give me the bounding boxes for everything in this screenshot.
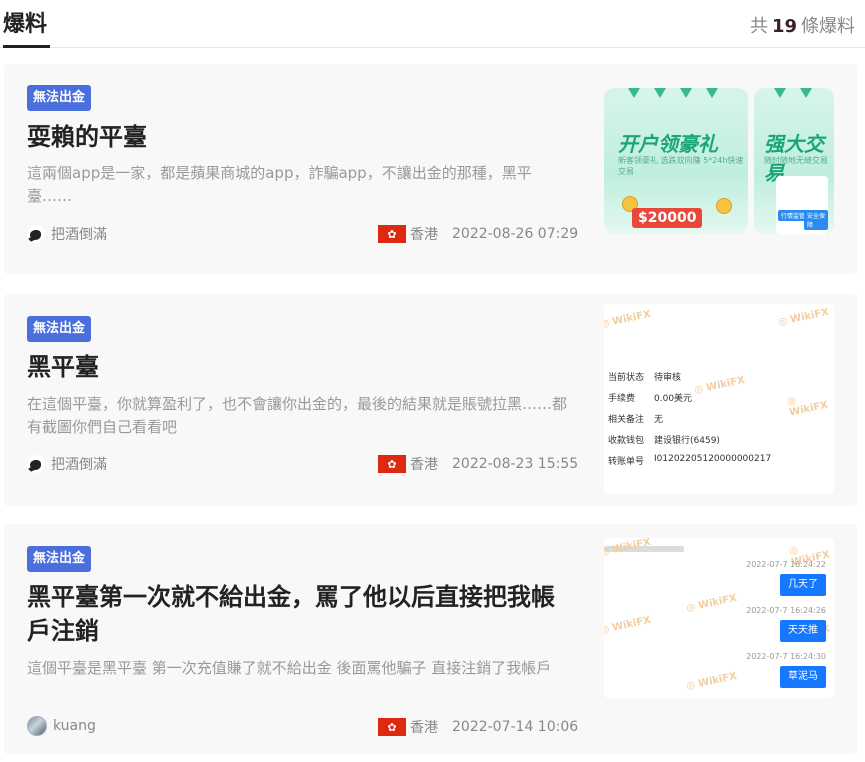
watermark: WikiFX bbox=[777, 307, 830, 328]
report-description: 這個平臺是黑平臺 第一次充值賺了就不給出金 後面罵他騙子 直接注銷了我帳戶 bbox=[27, 659, 552, 677]
report-card[interactable]: 無法出金 黑平臺第一次就不給出金，罵了他以后直接把我帳戶注銷 這個平臺是黑平臺 … bbox=[4, 524, 857, 754]
report-title[interactable]: 耍賴的平臺 bbox=[27, 120, 567, 154]
category-badge: 無法出金 bbox=[27, 85, 92, 111]
report-description: 這兩個app是一家，都是蘋果商城的app，詐騙app，不讓出金的那種，黑平臺…… bbox=[27, 164, 532, 205]
watermark: WikiFX bbox=[604, 615, 652, 636]
report-author[interactable]: 把酒倒滿 bbox=[27, 453, 107, 475]
phone-button: 安全保障 bbox=[804, 210, 828, 230]
message-time: 2022-07-7 16:24:22 bbox=[746, 560, 826, 569]
report-card[interactable]: 無法出金 耍賴的平臺 這兩個app是一家，都是蘋果商城的app，詐騙app，不讓… bbox=[4, 64, 857, 274]
report-meta: ✿ 香港 2022-08-23 15:55 bbox=[378, 453, 578, 475]
watermark: WikiFX bbox=[604, 309, 652, 330]
author-name: kuang bbox=[53, 718, 96, 734]
status-row: 相关备注无 bbox=[608, 415, 664, 425]
promo-amount: $20000 bbox=[632, 208, 703, 228]
section-header: 爆料 共 19 條爆料 bbox=[0, 0, 865, 48]
report-thumbnail[interactable]: 开户领豪礼 新客领豪礼 选跌双向赚 5*24h快速交易 $20000 强大交易 … bbox=[604, 88, 834, 234]
bird-avatar-icon bbox=[27, 455, 45, 473]
report-author[interactable]: 把酒倒滿 bbox=[27, 223, 107, 245]
report-thumbnail[interactable]: WikiFX WikiFX WikiFX WikiFX 当前状态待审核 手续费0… bbox=[604, 304, 834, 494]
watermark: WikiFX bbox=[604, 538, 652, 558]
status-row: 手续费 0.00美元 bbox=[608, 394, 693, 404]
promo-subtitle: 新客领豪礼 选跌双向赚 5*24h快速交易 bbox=[618, 156, 744, 176]
watermark: WikiFX bbox=[685, 593, 738, 614]
region-label: 香港 bbox=[410, 457, 438, 473]
report-count: 共 19 條爆料 bbox=[750, 12, 855, 38]
hong-kong-flag-icon: ✿ bbox=[378, 455, 406, 473]
promo2-subtitle: 随时随地无缝交易 bbox=[764, 156, 828, 165]
count-suffix: 條爆料 bbox=[801, 16, 855, 37]
region-label: 香港 bbox=[410, 720, 438, 736]
category-badge: 無法出金 bbox=[27, 316, 92, 342]
region-label: 香港 bbox=[410, 227, 438, 243]
status-row: 收款钱包 建设银行(6459) bbox=[608, 436, 720, 446]
report-title[interactable]: 黑平臺 bbox=[27, 350, 567, 384]
hong-kong-flag-icon: ✿ bbox=[378, 718, 406, 736]
chat-message: 草泥马 bbox=[780, 666, 826, 688]
promo-title: 开户领豪礼 bbox=[618, 132, 718, 156]
report-author[interactable]: kuang bbox=[27, 715, 96, 737]
author-name: 把酒倒滿 bbox=[51, 457, 107, 473]
report-meta: ✿ 香港 2022-07-14 10:06 bbox=[378, 716, 578, 738]
report-card[interactable]: 無法出金 黑平臺 在這個平臺，你就算盈利了，也不會讓你出金的，最後的結果就是賬號… bbox=[4, 294, 857, 506]
section-title: 爆料 bbox=[3, 12, 48, 37]
hong-kong-flag-icon: ✿ bbox=[378, 225, 406, 243]
watermark: WikiFX bbox=[786, 387, 834, 419]
promo-banner-image-2: 强大交易 随时随地无缝交易 行情监管 安全保障 bbox=[754, 88, 834, 234]
report-date: 2022-08-26 07:29 bbox=[452, 226, 579, 242]
report-title[interactable]: 黑平臺第一次就不給出金，罵了他以后直接把我帳戶注銷 bbox=[27, 580, 567, 648]
watermark: WikiFX bbox=[685, 671, 738, 692]
report-date: 2022-08-23 15:55 bbox=[452, 456, 579, 472]
phone-mockup: 行情监管 安全保障 bbox=[776, 176, 828, 234]
report-meta: ✿ 香港 2022-08-26 07:29 bbox=[378, 223, 578, 245]
photo-avatar-icon bbox=[27, 716, 47, 736]
promo-banner-image: 开户领豪礼 新客领豪礼 选跌双向赚 5*24h快速交易 $20000 bbox=[604, 88, 748, 234]
count-number: 19 bbox=[771, 16, 797, 37]
chat-message: 天天推 bbox=[780, 620, 826, 642]
chat-message: 几天了 bbox=[780, 574, 826, 596]
bird-avatar-icon bbox=[27, 225, 45, 243]
active-tab-underline bbox=[3, 45, 50, 48]
message-time: 2022-07-7 16:24:30 bbox=[746, 652, 826, 661]
author-name: 把酒倒滿 bbox=[51, 227, 107, 243]
status-row: 当前状态 待审核 bbox=[608, 373, 682, 383]
status-row: 转账单号 I01202205120000000217 bbox=[608, 454, 772, 467]
report-description: 在這個平臺，你就算盈利了，也不會讓你出金的，最後的結果就是賬號拉黑……都有截圖你… bbox=[27, 395, 568, 436]
category-badge: 無法出金 bbox=[27, 546, 92, 572]
watermark: WikiFX bbox=[693, 375, 746, 396]
count-prefix: 共 bbox=[749, 16, 768, 37]
message-time: 2022-07-7 16:24:26 bbox=[746, 606, 826, 615]
report-thumbnail[interactable]: WikiFX WikiFX WikiFX WikiFX WikiFX WikiF… bbox=[604, 538, 834, 698]
report-date: 2022-07-14 10:06 bbox=[452, 719, 579, 735]
coin-icon bbox=[716, 198, 732, 214]
